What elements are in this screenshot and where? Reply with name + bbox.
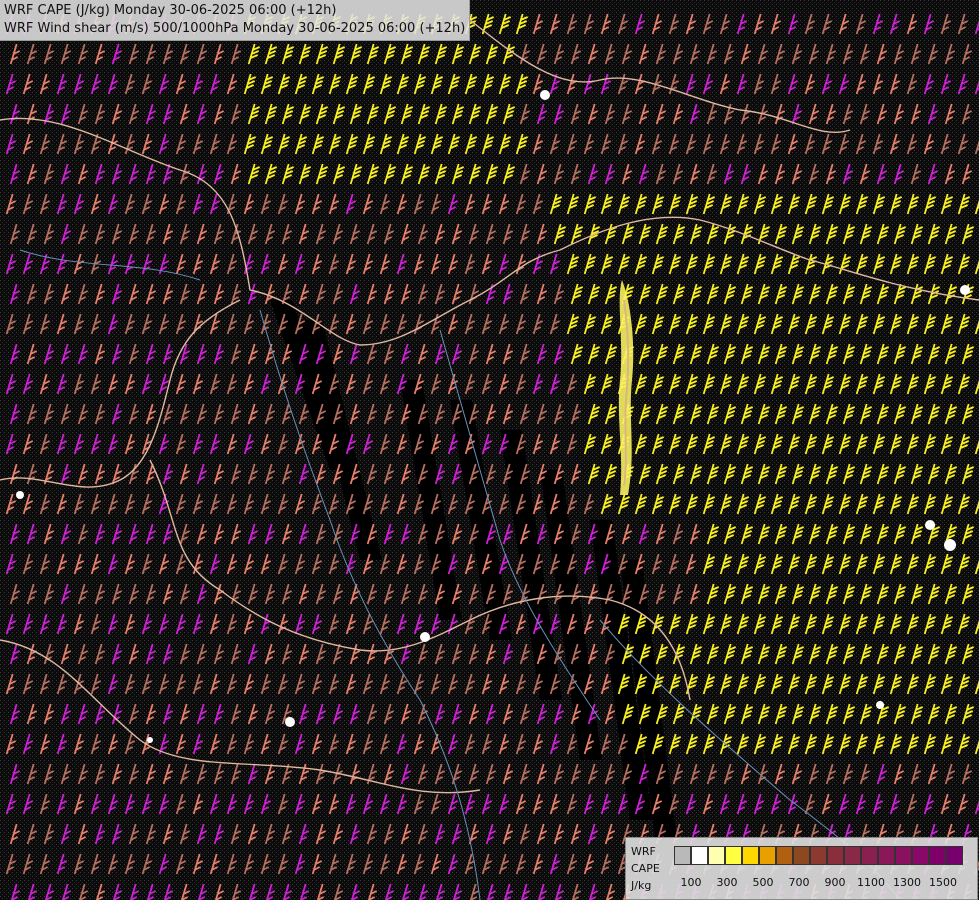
legend-tick-label: 300 <box>716 876 738 889</box>
legend-swatch <box>895 846 912 865</box>
legend-color-scale <box>674 846 963 867</box>
legend-tick-label: 100 <box>680 876 702 889</box>
legend-tick-label: 1100 <box>857 876 885 889</box>
legend-swatch <box>708 846 725 865</box>
cape-spot <box>944 539 956 551</box>
legend-swatch <box>861 846 878 865</box>
legend-swatch <box>929 846 946 865</box>
legend-swatch <box>878 846 895 865</box>
legend-label-wrf: WRF <box>631 845 656 858</box>
legend-tick-label: 1300 <box>893 876 921 889</box>
legend-tick-label: 700 <box>788 876 810 889</box>
legend-swatch <box>742 846 759 865</box>
cape-spot <box>876 701 884 709</box>
title-cape: WRF CAPE (J/kg) Monday 30-06-2025 06:00 … <box>4 3 337 18</box>
cape-spot <box>540 90 550 100</box>
legend-swatch <box>674 846 691 865</box>
legend-swatch <box>912 846 929 865</box>
legend-tick-label: 900 <box>824 876 846 889</box>
legend-swatch <box>844 846 861 865</box>
legend-swatch <box>776 846 793 865</box>
legend-label-unit: J/kg <box>631 879 652 892</box>
weather-map <box>0 0 979 900</box>
legend-swatch <box>725 846 742 865</box>
legend-swatch <box>810 846 827 865</box>
cape-spot <box>925 520 935 530</box>
legend-label-cape: CAPE <box>631 862 660 875</box>
legend-tick-label: 1500 <box>929 876 957 889</box>
legend-swatch <box>759 846 776 865</box>
legend-swatch <box>946 846 963 865</box>
cape-spot <box>960 285 970 295</box>
map-title-box: WRF CAPE (J/kg) Monday 30-06-2025 06:00 … <box>0 0 471 41</box>
cape-spot <box>16 491 24 499</box>
cape-legend: WRF CAPE J/kg 100 300 500 700 900 1100 1300 150… <box>625 837 978 900</box>
cape-spot <box>147 737 153 743</box>
cape-spot <box>420 632 430 642</box>
legend-tick-labels: 100 300 500 700 900 1100 1300 1500 <box>674 876 974 890</box>
legend-swatch <box>691 846 708 865</box>
title-wind-shear: WRF Wind shear (m/s) 500/1000hPa Monday … <box>4 21 466 36</box>
cape-spot <box>285 717 295 727</box>
legend-swatch <box>827 846 844 865</box>
legend-swatch <box>793 846 810 865</box>
legend-tick-label: 500 <box>752 876 774 889</box>
